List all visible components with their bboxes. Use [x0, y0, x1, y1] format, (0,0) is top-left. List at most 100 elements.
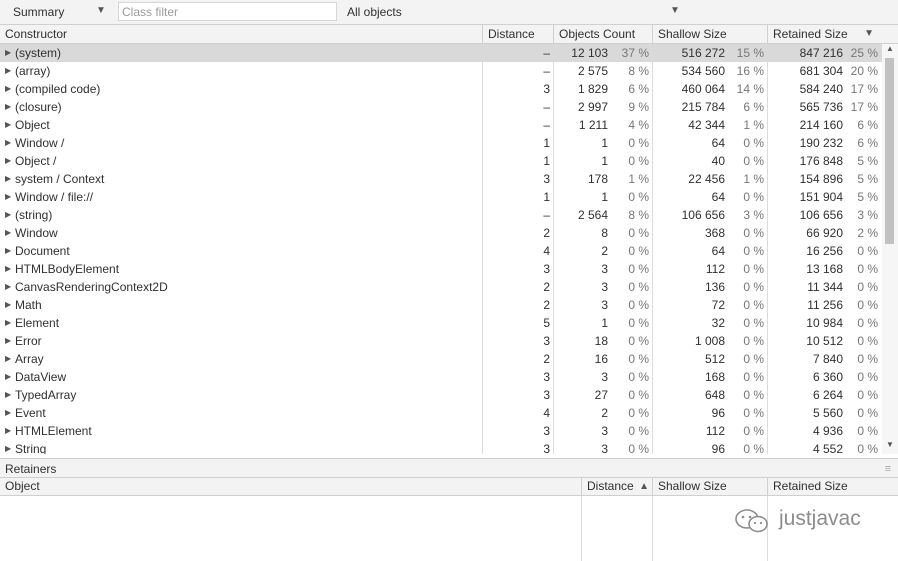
view-selector[interactable]: Summary	[13, 5, 64, 19]
objects-selector[interactable]: All objects	[347, 5, 402, 19]
scroll-up-arrow-icon[interactable]: ▲	[886, 44, 894, 53]
table-row[interactable]: ▶ system / Context 3 178 1 % 22 456 1 % 154 896…	[0, 170, 882, 188]
shallow-size-percent: 0 %	[743, 244, 764, 258]
constructor-name: Object /	[15, 154, 57, 168]
objects-count-cell: 1	[601, 136, 608, 150]
retained-size-cell: 151 904	[799, 190, 843, 204]
retained-size-percent: 5 %	[857, 154, 878, 168]
constructor-name: (array)	[15, 64, 51, 78]
expand-triangle-icon[interactable]: ▶	[5, 296, 15, 314]
column-header-constructor[interactable]: Constructor	[0, 25, 483, 43]
expand-triangle-icon[interactable]: ▶	[5, 242, 15, 260]
column-header-shallow-size[interactable]: Shallow Size	[653, 25, 768, 43]
expand-triangle-icon[interactable]: ▶	[5, 440, 15, 454]
retained-size-percent: 2 %	[857, 226, 878, 240]
retainers-column-retained-size[interactable]: Retained Size	[768, 478, 898, 495]
constructor-name: Array	[15, 352, 44, 366]
expand-triangle-icon[interactable]: ▶	[5, 188, 15, 206]
retained-size-percent: 6 %	[857, 136, 878, 150]
expand-triangle-icon[interactable]: ▶	[5, 350, 15, 368]
retained-size-cell: 6 264	[812, 388, 843, 402]
shallow-size-cell: 96	[711, 406, 725, 420]
objects-count-percent: 6 %	[628, 82, 649, 96]
column-header-objects-count[interactable]: Objects Count	[554, 25, 653, 43]
scrollbar-thumb[interactable]	[885, 58, 894, 244]
expand-triangle-icon[interactable]: ▶	[5, 80, 15, 98]
distance-cell: 2	[543, 280, 550, 294]
expand-triangle-icon[interactable]: ▶	[5, 260, 15, 278]
objects-dropdown-arrow-icon[interactable]: ▼	[670, 5, 680, 16]
table-row[interactable]: ▶ Object – 1 211 4 % 42 344 1 % 214 160 6 %	[0, 116, 882, 134]
retainers-column-object[interactable]: Object	[0, 478, 582, 495]
constructor-name: HTMLElement	[15, 424, 92, 438]
table-row[interactable]: ▶ Document 4 2 0 % 64 0 % 16 256 0 %	[0, 242, 882, 260]
expand-triangle-icon[interactable]: ▶	[5, 422, 15, 440]
expand-triangle-icon[interactable]: ▶	[5, 62, 15, 80]
expand-triangle-icon[interactable]: ▶	[5, 44, 15, 62]
table-row[interactable]: ▶ HTMLBodyElement 3 3 0 % 112 0 % 13 168 0 %	[0, 260, 882, 278]
retained-size-cell: 66 920	[806, 226, 843, 240]
expand-triangle-icon[interactable]: ▶	[5, 386, 15, 404]
expand-triangle-icon[interactable]: ▶	[5, 404, 15, 422]
expand-triangle-icon[interactable]: ▶	[5, 170, 15, 188]
distance-cell: –	[543, 208, 550, 222]
table-row[interactable]: ▶ (compiled code) 3 1 829 6 % 460 064 14 % 584 …	[0, 80, 882, 98]
table-row[interactable]: ▶ (array) – 2 575 8 % 534 560 16 % 681 304 20 %	[0, 62, 882, 80]
view-dropdown-arrow-icon[interactable]: ▼	[96, 5, 106, 16]
table-row[interactable]: ▶ CanvasRenderingContext2D 2 3 0 % 136 0 % 11 3…	[0, 278, 882, 296]
class-filter-input[interactable]	[118, 2, 337, 21]
constructor-cell: ▶ (compiled code)	[0, 80, 483, 98]
column-header-distance[interactable]: Distance	[483, 25, 554, 43]
table-row[interactable]: ▶ (string) – 2 564 8 % 106 656 3 % 106 656 3 %	[0, 206, 882, 224]
table-row[interactable]: ▶ (closure) – 2 997 9 % 215 784 6 % 565 736 17 %	[0, 98, 882, 116]
objects-count-cell: 2 575	[577, 64, 608, 78]
distance-cell: –	[543, 118, 550, 132]
table-row[interactable]: ▶ Event 4 2 0 % 96 0 % 5 560 0 %	[0, 404, 882, 422]
objects-count-percent: 0 %	[628, 190, 649, 204]
expand-triangle-icon[interactable]: ▶	[5, 278, 15, 296]
shallow-size-cell: 112	[705, 262, 725, 276]
shallow-size-cell: 136	[704, 280, 725, 294]
shallow-size-cell: 106 656	[681, 208, 725, 222]
table-row[interactable]: ▶ Array 2 16 0 % 512 0 % 7 840 0 %	[0, 350, 882, 368]
table-row[interactable]: ▶ Error 3 18 0 % 1 008 0 % 10 512 0 %	[0, 332, 882, 350]
retainers-column-shallow-size[interactable]: Shallow Size	[653, 478, 768, 495]
table-row[interactable]: ▶ DataView 3 3 0 % 168 0 % 6 360 0 %	[0, 368, 882, 386]
objects-count-percent: 0 %	[628, 388, 649, 402]
scroll-down-arrow-icon[interactable]: ▼	[886, 440, 894, 449]
sort-descending-icon: ▼	[864, 28, 874, 39]
table-row[interactable]: ▶ TypedArray 3 27 0 % 648 0 % 6 264 0 %	[0, 386, 882, 404]
retained-size-percent: 0 %	[857, 262, 878, 276]
heap-table-scrollbar[interactable]: ▲ ▼	[882, 44, 898, 454]
table-row[interactable]: ▶ Window / file:// 1 1 0 % 64 0 % 151 904 5 %	[0, 188, 882, 206]
expand-triangle-icon[interactable]: ▶	[5, 98, 15, 116]
table-row[interactable]: ▶ Window 2 8 0 % 368 0 % 66 920 2 %	[0, 224, 882, 242]
expand-triangle-icon[interactable]: ▶	[5, 206, 15, 224]
column-header-retained-size[interactable]: Retained Size ▼	[768, 25, 882, 43]
expand-triangle-icon[interactable]: ▶	[5, 134, 15, 152]
table-row[interactable]: ▶ String 3 3 0 % 96 0 % 4 552 0 %	[0, 440, 882, 454]
retainers-panel-title: Retainers ≡	[0, 458, 898, 478]
constructor-name: (string)	[15, 208, 53, 222]
table-row[interactable]: ▶ Element 5 1 0 % 32 0 % 10 984 0 %	[0, 314, 882, 332]
expand-triangle-icon[interactable]: ▶	[5, 368, 15, 386]
table-row[interactable]: ▶ Math 2 3 0 % 72 0 % 11 256 0 %	[0, 296, 882, 314]
menu-icon[interactable]: ≡	[885, 459, 891, 479]
distance-cell: 1	[543, 136, 550, 150]
retained-size-cell: 10 984	[806, 316, 843, 330]
constructor-name: HTMLBodyElement	[15, 262, 120, 276]
table-row[interactable]: ▶ Object / 1 1 0 % 40 0 % 176 848 5 %	[0, 152, 882, 170]
expand-triangle-icon[interactable]: ▶	[5, 224, 15, 242]
distance-cell: 2	[543, 352, 550, 366]
expand-triangle-icon[interactable]: ▶	[5, 116, 15, 134]
expand-triangle-icon[interactable]: ▶	[5, 152, 15, 170]
table-row[interactable]: ▶ HTMLElement 3 3 0 % 112 0 % 4 936 0 %	[0, 422, 882, 440]
expand-triangle-icon[interactable]: ▶	[5, 332, 15, 350]
table-row[interactable]: ▶ Window / 1 1 0 % 64 0 % 190 232 6 %	[0, 134, 882, 152]
table-row[interactable]: ▶ (system) – 12 103 37 % 516 272 15 % 847 216 25…	[0, 44, 882, 62]
expand-triangle-icon[interactable]: ▶	[5, 314, 15, 332]
retained-size-cell: 5 560	[812, 406, 843, 420]
retained-size-percent: 0 %	[857, 316, 878, 330]
objects-count-percent: 37 %	[621, 46, 649, 60]
retainers-column-distance[interactable]: Distance ▲	[582, 478, 653, 495]
